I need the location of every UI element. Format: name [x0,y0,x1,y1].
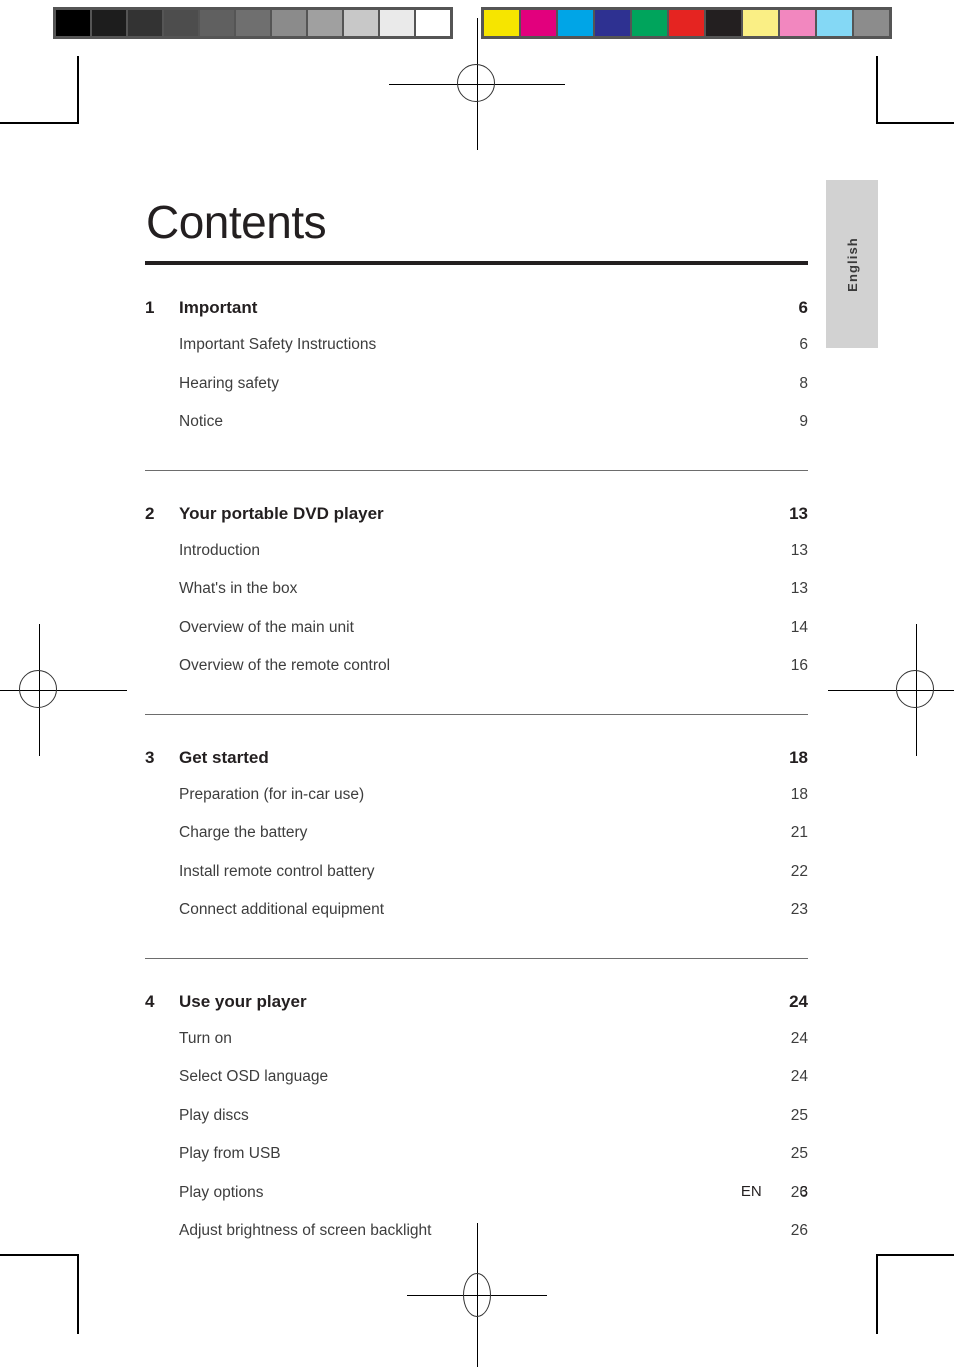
toc-entry-label: Charge the battery [179,824,308,841]
toc-chapter-title: Important [179,298,258,317]
toc-section-spacer [145,450,808,470]
toc-chapter-row[interactable]: 3 Get started 18 [145,732,808,784]
toc-chapter-title: Get started [179,747,269,767]
toc-entry-row[interactable]: Charge the battery 21 [145,822,808,861]
language-tab: English [826,180,878,348]
footer-page-number: 3 [799,1183,808,1200]
toc-chapter-page: 6 [798,298,808,317]
toc-entry-label: Connect additional equipment [179,901,385,918]
toc-entry-page: 22 [790,862,808,880]
language-tab-label: English [844,236,860,292]
toc-section-spacer [145,938,808,958]
toc-entry-label: Preparation (for in-car use) [179,785,365,803]
toc-chapter-page: 18 [789,747,808,767]
toc-entry-row[interactable]: Play discs 25 [145,1105,808,1144]
toc-entry-row[interactable]: Turn on 24 [145,1028,808,1067]
toc-entry-row[interactable]: Connect additional equipment 23 [145,899,808,938]
toc-section-spacer [145,694,808,714]
toc-entry-row[interactable]: Select OSD language 24 [145,1066,808,1105]
toc-section-4: 4 Use your player 24 Turn on 24 Select OSD la… [145,957,808,1279]
toc-section-spacer [145,1259,808,1279]
toc-entry-page: 18 [790,785,808,803]
toc-section-3: 3 Get started 18 Preparation (for in-car us… [145,713,808,958]
toc-chapter-number: 3 [145,747,155,767]
toc-entry-row[interactable]: Adjust brightness of screen backlight 26 [145,1220,808,1259]
toc-chapter-row[interactable]: 4 Use your player 24 [145,976,808,1028]
toc-entry-page: 21 [790,824,808,841]
toc-entry-label: What's in the box [179,580,298,597]
toc-chapter-title: Use your player [179,991,307,1011]
table-of-contents: 1 Important 6 Important Safety Instructions… [145,261,808,1279]
toc-entry-label: Introduction [179,541,260,559]
page-body: English Contents 1 Important 6 Important Sa… [0,0,954,1334]
page-title: Contents [146,195,327,248]
toc-entry-label: Select OSD language [179,1068,329,1085]
toc-chapter-row[interactable]: 2 Your portable DVD player 13 [145,488,808,540]
toc-entry-page: 25 [790,1106,808,1124]
toc-entry-label: Overview of the main unit [179,618,354,636]
toc-entry-row[interactable]: Overview of the main unit 14 [145,617,808,656]
toc-entry-label: Hearing safety [179,374,279,392]
toc-entry-row[interactable]: Hearing safety 8 [145,373,808,412]
toc-entry-page: 8 [799,374,808,392]
toc-chapter-title: Your portable DVD player [179,503,384,523]
toc-entry-label: Overview of the remote control [179,657,391,674]
toc-entry-row[interactable]: Important Safety Instructions 6 [145,334,808,373]
page-footer: EN 3 [600,1183,808,1200]
toc-entry-label: Play from USB [179,1145,281,1162]
toc-entry-page: 9 [799,413,808,430]
toc-entry-row[interactable]: Introduction 13 [145,540,808,579]
toc-entry-label: Important Safety Instructions [179,336,377,353]
toc-entry-row[interactable]: Install remote control battery 22 [145,861,808,900]
toc-chapter-page: 24 [789,991,808,1011]
toc-entry-label: Play discs [179,1106,249,1124]
toc-section-spacer [145,265,808,282]
footer-language-code: EN [740,1183,762,1200]
toc-chapter-number: 2 [145,503,155,523]
toc-entry-page: 13 [790,541,808,559]
toc-chapter-page: 13 [789,503,808,523]
toc-entry-page: 26 [790,1222,808,1239]
toc-section-spacer [145,715,808,732]
toc-entry-label: Install remote control battery [179,862,375,880]
toc-entry-page: 23 [790,901,808,918]
toc-entry-row[interactable]: Play from USB 25 [145,1143,808,1182]
toc-section-spacer [145,959,808,976]
toc-entry-page: 16 [790,657,808,674]
toc-section-2: 2 Your portable DVD player 13 Introduction 1… [145,469,808,714]
toc-entry-page: 24 [790,1068,808,1085]
toc-entry-row[interactable]: What's in the box 13 [145,578,808,617]
toc-entry-row[interactable]: Preparation (for in-car use) 18 [145,784,808,823]
toc-section-1: 1 Important 6 Important Safety Instructions… [145,261,808,470]
toc-entry-row[interactable]: Overview of the remote control 16 [145,655,808,694]
toc-section-spacer [145,471,808,488]
toc-entry-page: 13 [790,580,808,597]
toc-entry-row[interactable]: Notice 9 [145,411,808,450]
toc-entry-page: 24 [790,1029,808,1047]
toc-chapter-row[interactable]: 1 Important 6 [145,282,808,334]
toc-entry-label: Adjust brightness of screen backlight [179,1222,432,1239]
toc-entry-page: 6 [799,336,808,353]
toc-chapter-number: 1 [145,298,155,317]
toc-entry-page: 25 [790,1145,808,1162]
toc-entry-label: Notice [179,413,223,430]
toc-entry-label: Turn on [179,1029,232,1047]
toc-chapter-number: 4 [145,991,155,1011]
toc-entry-page: 14 [790,618,808,636]
